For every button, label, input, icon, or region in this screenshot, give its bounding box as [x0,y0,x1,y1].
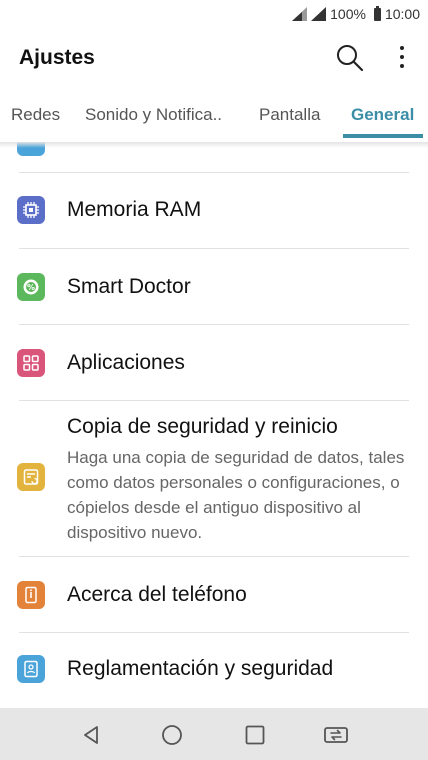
tab-general[interactable]: General [351,105,414,125]
item-title: Acerca del teléfono [67,583,247,606]
settings-list[interactable]: Memoria RAM % Smart Doctor Aplicaciones … [0,142,428,708]
tab-redes[interactable]: Redes [11,105,60,125]
svg-text:%: % [27,283,35,292]
item-title: Reglamentación y seguridad [67,657,334,680]
apps-grid-icon [17,349,45,377]
dual-window-icon [324,727,348,743]
list-item-reglamentacion[interactable]: Reglamentación y seguridad [0,633,428,708]
search-button[interactable] [334,42,366,74]
list-item-smart-doctor[interactable]: % Smart Doctor [0,249,428,324]
backup-icon [17,463,45,491]
item-title: Smart Doctor [67,275,191,298]
tab-pantalla[interactable]: Pantalla [259,105,320,125]
status-bar: 100% 10:00 [0,0,428,32]
battery-icon [373,5,381,21]
signal-sim1-icon [292,7,308,21]
item-title: Memoria RAM [67,198,202,221]
battery-percent: 100% [330,6,366,22]
list-item-acerca-telefono[interactable]: Acerca del teléfono [0,557,428,632]
back-icon [84,726,98,744]
app-bar: Ajustes [0,32,428,84]
signal-sim2-icon [311,7,327,21]
status-icons: 100% 10:00 [292,5,420,22]
navigation-bar [0,708,428,760]
home-icon [162,725,182,745]
item-title: Copia de seguridad y reinicio [67,415,338,438]
page-title: Ajustes [19,46,95,69]
phone-info-icon [17,581,45,609]
memory-chip-icon [17,196,45,224]
recents-icon [245,725,265,745]
more-vert-icon [400,46,404,50]
smart-doctor-icon: % [17,273,45,301]
list-item-memoria-ram[interactable]: Memoria RAM [0,173,428,248]
item-description: Haga una copia de seguridad de datos, ta… [67,448,405,542]
home-button[interactable] [157,720,187,750]
clock: 10:00 [384,6,420,22]
list-item-copia-seguridad[interactable]: Copia de seguridad y reinicio Haga una c… [0,401,428,556]
more-options-button[interactable] [388,40,416,74]
active-tab-indicator [343,134,423,138]
tab-sonido[interactable]: Sonido y Notifica.. [85,105,222,125]
dual-window-button[interactable] [321,720,351,750]
settings-tabs: Redes Sonido y Notifica.. Pantalla Gener… [0,84,428,142]
regulatory-icon [17,655,45,683]
recents-button[interactable] [240,720,270,750]
tabs-shadow [0,142,428,148]
back-button[interactable] [76,720,106,750]
item-title: Aplicaciones [67,351,185,374]
search-icon [337,45,364,72]
list-item-aplicaciones[interactable]: Aplicaciones [0,325,428,400]
